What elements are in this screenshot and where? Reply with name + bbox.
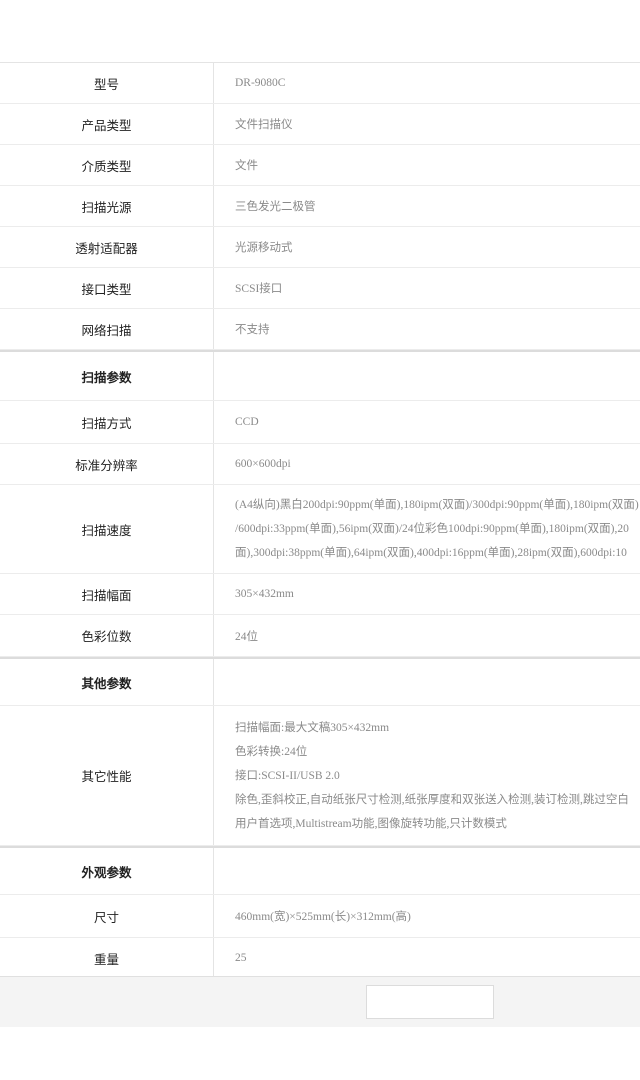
- spec-row-other-performance: 其它性能 扫描幅面:最大文稿305×432mm 色彩转换:24位 接口:SCSI…: [0, 706, 640, 846]
- spec-value: 文件: [235, 160, 258, 172]
- spec-value: 不支持: [235, 324, 270, 336]
- spec-label: 扫描速度: [0, 485, 214, 573]
- spec-label: 透射适配器: [0, 227, 214, 267]
- spec-row-network-scan: 网络扫描 不支持: [0, 309, 640, 350]
- spec-label: 重量: [0, 938, 214, 978]
- spec-value: SCSI接口: [235, 283, 283, 295]
- spec-value-multiline: (A4纵向)黑白200dpi:90ppm(单面),180ipm(双面)/300d…: [214, 485, 640, 573]
- spec-value: 25: [235, 952, 247, 964]
- spec-value: 600×600dpi: [235, 458, 291, 470]
- spec-value: DR-9080C: [235, 77, 286, 89]
- footer-bar: [0, 976, 640, 1027]
- spec-label: 色彩位数: [0, 615, 214, 656]
- footer-button[interactable]: [366, 985, 494, 1019]
- perf-line: 接口:SCSI-II/USB 2.0: [235, 769, 340, 782]
- spec-row-scan-method: 扫描方式 CCD: [0, 401, 640, 444]
- spec-table: 型号 DR-9080C 产品类型 文件扫描仪 介质类型 文件 扫描光源 三色发光…: [0, 62, 640, 979]
- speed-line: 面),300dpi:38ppm(单面),64ipm(双面),400dpi:16p…: [235, 547, 627, 559]
- spec-value: 305×432mm: [235, 588, 294, 600]
- spec-value: 460mm(宽)×525mm(长)×312mm(高): [235, 911, 411, 923]
- spec-label: 尺寸: [0, 895, 214, 937]
- perf-line: 色彩转换:24位: [235, 745, 308, 758]
- section-title: 外观参数: [0, 848, 214, 894]
- spec-label: 扫描幅面: [0, 574, 214, 614]
- spec-value: 三色发光二极管: [235, 201, 316, 213]
- spec-row-color-depth: 色彩位数 24位: [0, 615, 640, 657]
- spec-label: 网络扫描: [0, 309, 214, 349]
- spec-value: CCD: [235, 416, 259, 428]
- section-header-appearance: 外观参数: [0, 846, 640, 895]
- perf-line: 除色,歪斜校正,自动纸张尺寸检测,纸张厚度和双张送入检测,装订检测,跳过空白: [235, 793, 629, 806]
- spec-row-product-type: 产品类型 文件扫描仪: [0, 104, 640, 145]
- spec-row-light-source: 扫描光源 三色发光二极管: [0, 186, 640, 227]
- spec-row-interface: 接口类型 SCSI接口: [0, 268, 640, 309]
- spec-label: 介质类型: [0, 145, 214, 185]
- spec-row-size: 尺寸 460mm(宽)×525mm(长)×312mm(高): [0, 895, 640, 938]
- spec-row-resolution: 标准分辨率 600×600dpi: [0, 444, 640, 485]
- spec-value: 光源移动式: [235, 242, 293, 254]
- perf-line: 用户首选项,Multistream功能,图像旋转功能,只计数模式: [235, 817, 507, 830]
- spec-label: 其它性能: [0, 706, 214, 845]
- spec-row-weight: 重量 25: [0, 938, 640, 979]
- spec-value-multiline: 扫描幅面:最大文稿305×432mm 色彩转换:24位 接口:SCSI-II/U…: [214, 706, 640, 845]
- section-header-scan: 扫描参数: [0, 350, 640, 401]
- spec-label: 标准分辨率: [0, 444, 214, 484]
- spec-value: 文件扫描仪: [235, 119, 293, 131]
- spec-label: 产品类型: [0, 104, 214, 144]
- speed-line: (A4纵向)黑白200dpi:90ppm(单面),180ipm(双面)/300d…: [235, 499, 639, 511]
- section-title: 其他参数: [0, 659, 214, 705]
- spec-row-model: 型号 DR-9080C: [0, 63, 640, 104]
- spec-label: 扫描方式: [0, 401, 214, 443]
- section-header-other: 其他参数: [0, 657, 640, 706]
- spec-value: 24位: [235, 630, 258, 643]
- spec-row-scan-width: 扫描幅面 305×432mm: [0, 574, 640, 615]
- speed-line: /600dpi:33ppm(单面),56ipm(双面)/24位彩色100dpi:…: [235, 523, 629, 535]
- spec-label: 型号: [0, 63, 214, 103]
- spec-row-media-type: 介质类型 文件: [0, 145, 640, 186]
- spec-row-adapter: 透射适配器 光源移动式: [0, 227, 640, 268]
- spec-label: 扫描光源: [0, 186, 214, 226]
- spec-row-scan-speed: 扫描速度 (A4纵向)黑白200dpi:90ppm(单面),180ipm(双面)…: [0, 485, 640, 574]
- perf-line: 扫描幅面:最大文稿305×432mm: [235, 721, 390, 734]
- spec-label: 接口类型: [0, 268, 214, 308]
- section-title: 扫描参数: [0, 352, 214, 400]
